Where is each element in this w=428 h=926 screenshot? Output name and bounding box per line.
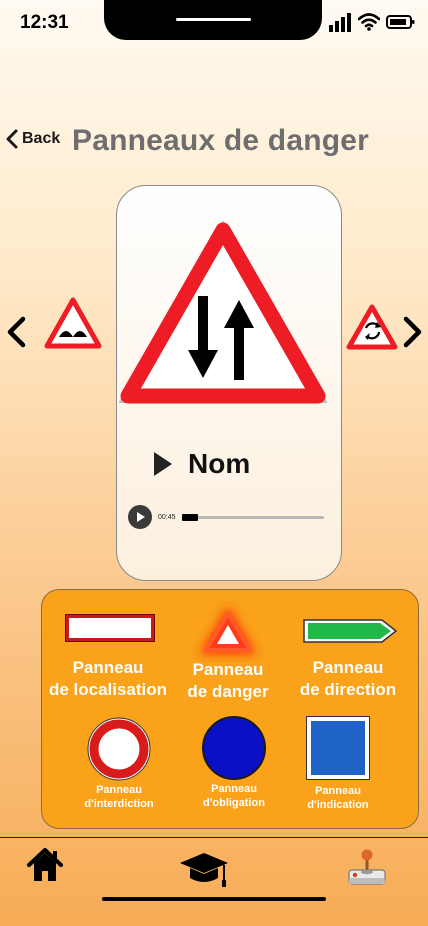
- joystick-icon[interactable]: [346, 848, 388, 888]
- sign-name: Nom: [188, 448, 251, 479]
- obligation-sign-icon[interactable]: [201, 715, 267, 781]
- signal-icon: [329, 13, 351, 32]
- home-icon[interactable]: [26, 847, 64, 883]
- category-interdiction[interactable]: Panneau d'interdiction: [73, 783, 165, 812]
- category-localisation-line2: de localisation: [48, 680, 168, 700]
- direction-sign-icon[interactable]: [302, 618, 398, 644]
- prev-arrow-button[interactable]: [5, 316, 27, 348]
- danger-sign-icon[interactable]: [192, 598, 264, 662]
- category-obligation-line1: Panneau: [211, 783, 257, 795]
- category-localisation[interactable]: Panneau de localisation: [43, 657, 173, 701]
- audio-play-button[interactable]: [128, 505, 152, 529]
- category-indication-line1: Panneau: [315, 785, 361, 797]
- status-time: 12:31: [20, 12, 69, 33]
- next-arrow-button[interactable]: [402, 316, 424, 348]
- indication-sign-fill: [311, 721, 365, 775]
- category-interdiction-line1: Panneau: [96, 784, 142, 796]
- graduation-cap-icon[interactable]: [178, 851, 230, 889]
- category-direction-line2: de direction: [299, 680, 397, 700]
- wifi-icon: [358, 13, 380, 31]
- page-title: Panneaux de danger: [72, 124, 370, 157]
- category-obligation[interactable]: Panneau d'obligation: [188, 782, 280, 811]
- status-icons: [328, 12, 416, 32]
- next-sign-thumbnail[interactable]: [346, 304, 398, 350]
- category-interdiction-line2: d'interdiction: [84, 798, 154, 811]
- chevron-left-icon: [6, 129, 18, 149]
- play-triangle-icon: [154, 452, 172, 476]
- category-localisation-line1: Panneau: [72, 658, 144, 677]
- audio-elapsed-time: 00:45: [158, 513, 176, 521]
- prev-sign-thumbnail[interactable]: [44, 297, 102, 349]
- nav-divider: [0, 837, 428, 838]
- audio-progress-fill: [181, 513, 198, 521]
- home-indicator: [102, 897, 326, 901]
- back-button[interactable]: Back: [6, 129, 60, 149]
- indication-sign-icon[interactable]: [306, 716, 370, 780]
- interdiction-sign-icon[interactable]: [86, 716, 152, 782]
- battery-icon: [386, 15, 415, 29]
- category-danger-line1: Panneau: [192, 660, 264, 679]
- audio-progress-track[interactable]: [181, 513, 324, 521]
- category-danger-line2: de danger: [187, 682, 269, 702]
- category-obligation-line2: d'obligation: [203, 797, 265, 810]
- category-direction-line1: Panneau: [312, 658, 384, 677]
- notch-speaker: [176, 18, 251, 21]
- two-way-traffic-sign: [119, 221, 327, 404]
- category-indication-line2: d'indication: [307, 799, 369, 812]
- audio-player: 00:45: [128, 504, 334, 530]
- category-direction[interactable]: Panneau de direction: [288, 657, 408, 701]
- category-indication[interactable]: Panneau d'indication: [292, 784, 384, 813]
- localisation-sign-icon[interactable]: [66, 615, 154, 641]
- sign-name-row[interactable]: Nom: [152, 448, 250, 480]
- back-label: Back: [22, 130, 61, 147]
- play-icon: [137, 512, 145, 522]
- category-danger[interactable]: Panneau de danger: [178, 659, 278, 703]
